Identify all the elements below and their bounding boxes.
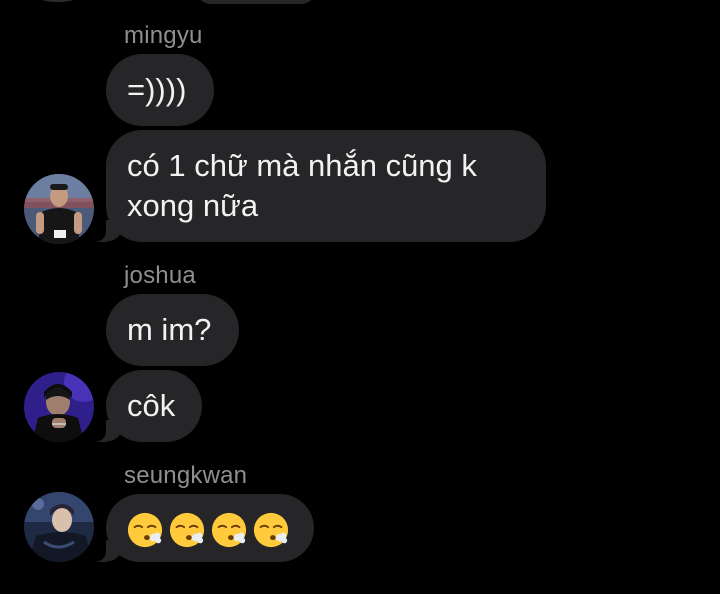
face-exhaling-emoji bbox=[253, 512, 289, 547]
sender-name-mingyu: mingyu bbox=[124, 22, 203, 49]
avatar-mingyu[interactable] bbox=[24, 174, 94, 244]
face-exhaling-emoji bbox=[169, 512, 205, 547]
avatar-seungkwan[interactable] bbox=[24, 492, 94, 562]
emoji-row bbox=[126, 511, 290, 549]
message-text: có 1 chữ mà nhắn cũng k bbox=[127, 148, 477, 183]
message-bubble[interactable]: m im? bbox=[106, 294, 239, 366]
avatar-joshua-image bbox=[24, 372, 94, 442]
message-text: côk bbox=[127, 388, 176, 423]
message-text: m im? bbox=[127, 312, 212, 347]
sender-name-joshua: joshua bbox=[124, 262, 196, 289]
avatar-seungkwan-image bbox=[24, 492, 94, 562]
sender-name-seungkwan: seungkwan bbox=[124, 462, 248, 489]
message-text: xong nữa bbox=[127, 188, 259, 223]
avatar-mingyu-image bbox=[24, 174, 94, 244]
message-bubble[interactable]: côk bbox=[84, 370, 202, 442]
message-bubble[interactable]: =)))) bbox=[106, 54, 214, 126]
face-exhaling-emoji bbox=[211, 512, 247, 547]
message-bubble[interactable]: có 1 chữ mà nhắn cũng k xong nữa bbox=[84, 130, 546, 242]
avatar-joshua[interactable] bbox=[24, 372, 94, 442]
previous-avatar bbox=[40, 0, 76, 2]
message-text: =)))) bbox=[127, 72, 187, 107]
chat-thread: mingyu =)))) có 1 chữ mà nhắn cũng k xon… bbox=[0, 0, 720, 594]
previous-message-bubble[interactable] bbox=[196, 0, 316, 4]
face-exhaling-emoji bbox=[127, 512, 163, 547]
message-bubble[interactable]: 😮‍💨😮‍💨😮‍💨😮‍💨 bbox=[84, 494, 314, 562]
